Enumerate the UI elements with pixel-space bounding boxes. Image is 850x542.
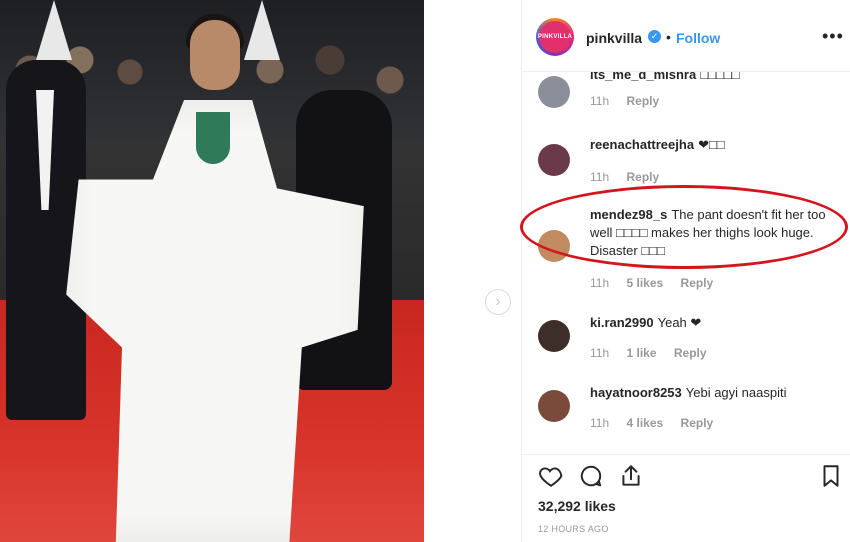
reply-button[interactable]: Reply [674,346,707,360]
comment-meta: 11h 5 likes Reply [590,276,727,290]
comment-icon[interactable] [578,463,604,489]
separator-dot: • [666,29,671,45]
comment-text: hayatnoor8253 Yebi agyi naaspiti [590,384,840,402]
commenter-avatar[interactable] [538,76,570,108]
comment-body: Yeah ❤ [657,315,702,330]
comment-text: mendez98_s The pant doesn't fit her too w… [590,206,840,260]
comment-body: □□□□□ [700,72,740,82]
account-username[interactable]: pinkvilla [586,30,642,46]
comment-time: 11h [590,346,610,360]
comments-list[interactable]: its_me_d_mishra □□□□□ 11h Reply reenachat… [522,72,850,454]
comment-likes[interactable]: 5 likes [626,276,663,290]
share-icon[interactable] [618,463,644,489]
post-timestamp: 12 HOURS AGO [538,524,609,534]
commenter-avatar[interactable] [538,320,570,352]
carousel-next-button[interactable]: › [485,289,511,315]
follow-button[interactable]: Follow [676,30,720,46]
comment-body: ❤□□ [698,137,725,152]
commenter-username[interactable]: mendez98_s [590,207,667,222]
post-header: PINKVILLA pinkvilla ✓ • Follow ••• [522,0,850,72]
account-avatar: PINKVILLA [538,21,572,53]
comment-likes[interactable]: 4 likes [626,416,663,430]
comment-item: mendez98_s The pant doesn't fit her too w… [538,206,838,292]
comment-meta: 11h Reply [590,170,673,184]
comment-likes[interactable]: 1 like [626,346,656,360]
comment-item: ki.ran2990 Yeah ❤ 11h 1 like Reply [538,314,838,364]
commenter-username[interactable]: its_me_d_mishra [590,72,696,82]
more-options-icon[interactable]: ••• [822,26,844,47]
comment-time: 11h [590,170,610,184]
comment-item: reenachattreejha ❤□□ 11h Reply [538,136,838,186]
emerald-necklace [196,112,230,164]
comment-meta: 11h 4 likes Reply [590,416,727,430]
chevron-right-icon: › [495,293,501,310]
comment-meta: 11h 1 like Reply [590,346,721,360]
comment-time: 11h [590,416,610,430]
comment-item: its_me_d_mishra □□□□□ 11h Reply [538,72,838,116]
reply-button[interactable]: Reply [626,170,659,184]
comment-time: 11h [590,94,610,108]
story-ring[interactable]: PINKVILLA [536,18,574,56]
head [190,20,240,90]
comment-item: hayatnoor8253 Yebi agyi naaspiti 11h 4 li… [538,384,838,434]
likes-count[interactable]: 32,292 likes [538,498,616,514]
heart-icon[interactable] [538,463,564,489]
commenter-username[interactable]: hayatnoor8253 [590,385,682,400]
commenter-username[interactable]: ki.ran2990 [590,315,654,330]
commenter-avatar[interactable] [538,390,570,422]
comment-time: 11h [590,276,610,290]
comment-meta: 11h Reply [590,94,673,108]
post-side-panel: PINKVILLA pinkvilla ✓ • Follow ••• its_m… [521,0,850,542]
verified-badge-icon: ✓ [648,30,661,43]
comment-body: Yebi agyi naaspiti [685,385,787,400]
reply-button[interactable]: Reply [681,416,714,430]
commenter-username[interactable]: reenachattreejha [590,137,694,152]
post-photo[interactable] [0,0,424,542]
comment-text: its_me_d_mishra □□□□□ [590,72,840,84]
reply-button[interactable]: Reply [681,276,714,290]
bookmark-icon[interactable] [818,463,844,489]
commenter-avatar[interactable] [538,230,570,262]
post-actions-bar: 32,292 likes 12 HOURS AGO [522,454,850,542]
commenter-avatar[interactable] [538,144,570,176]
reply-button[interactable]: Reply [626,94,659,108]
comment-text: ki.ran2990 Yeah ❤ [590,314,840,332]
comment-text: reenachattreejha ❤□□ [590,136,840,154]
